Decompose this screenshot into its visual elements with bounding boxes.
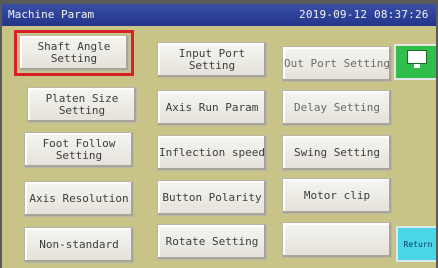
button-polarity-button[interactable]: Button Polarity [157, 180, 267, 216]
axis-run-param-button[interactable]: Axis Run Param [157, 90, 267, 126]
non-standard-button[interactable]: Non-standard [24, 227, 134, 263]
input-port-setting-button[interactable]: Input Port Setting [157, 42, 267, 78]
inflection-speed-button[interactable]: Inflection speed [157, 135, 267, 171]
return-button-label: Return [403, 239, 433, 249]
datetime-display: 2019-09-12 08:37:26 [299, 8, 429, 21]
empty-button[interactable] [282, 222, 392, 258]
delay-setting-button[interactable]: Delay Setting [282, 90, 392, 126]
axis-resolution-button[interactable]: Axis Resolution [24, 181, 134, 217]
swing-setting-button[interactable]: Swing Setting [282, 135, 392, 171]
hmi-screen: Machine Param 2019-09-12 08:37:26 Shaft … [2, 4, 436, 268]
title-bar: Machine Param 2019-09-12 08:37:26 [2, 4, 436, 26]
shaft-angle-setting-button[interactable]: Shaft Angle Setting [14, 30, 134, 76]
return-button[interactable]: Return [396, 226, 436, 262]
monitor-icon [407, 50, 427, 68]
window-title: Machine Param [8, 8, 95, 21]
foot-follow-setting-button[interactable]: Foot Follow Setting [24, 132, 134, 168]
platen-size-setting-button[interactable]: Platen Size Setting [27, 87, 137, 123]
monitor-button[interactable] [394, 44, 436, 80]
motor-clip-button[interactable]: Motor clip [282, 178, 392, 214]
rotate-setting-button[interactable]: Rotate Setting [157, 224, 267, 260]
out-port-setting-button[interactable]: Out Port Setting [282, 46, 392, 82]
